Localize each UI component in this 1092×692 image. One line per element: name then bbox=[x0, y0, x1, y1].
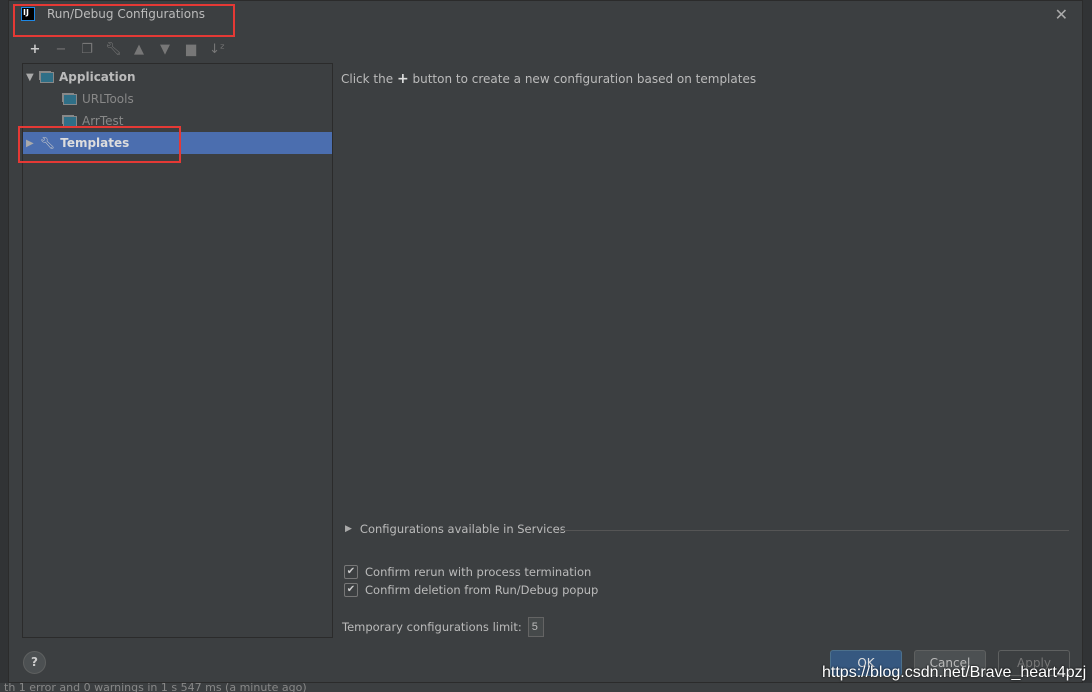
temp-limit-label: Temporary configurations limit: bbox=[342, 620, 522, 634]
application-icon bbox=[63, 115, 77, 127]
highlight-box-title bbox=[13, 4, 235, 37]
plus-icon: + bbox=[396, 71, 409, 87]
expand-arrow-icon[interactable]: ▶ bbox=[345, 524, 352, 534]
expand-arrow-icon[interactable]: ▼ bbox=[26, 72, 40, 83]
highlight-box-templates bbox=[18, 126, 181, 163]
help-button[interactable]: ? bbox=[23, 651, 46, 674]
plus-icon[interactable]: + bbox=[27, 42, 43, 57]
copy-icon[interactable]: ❐ bbox=[79, 42, 95, 57]
arrow-up-icon[interactable]: ▲ bbox=[131, 42, 147, 57]
tree-item-application[interactable]: ▼ Application bbox=[23, 66, 332, 88]
arrow-down-icon[interactable]: ▼ bbox=[157, 42, 173, 57]
run-debug-dialog: IJ Run/Debug Configurations ✕ + − ❐ 🔧︎ ▲… bbox=[8, 0, 1083, 683]
hint-text: Click the + button to create a new confi… bbox=[341, 71, 756, 87]
temp-limit-input[interactable] bbox=[527, 617, 544, 637]
services-section[interactable]: ▶ Configurations available in Services bbox=[345, 522, 566, 536]
close-icon[interactable]: ✕ bbox=[1055, 5, 1068, 24]
services-label: Configurations available in Services bbox=[359, 522, 566, 536]
checkbox-label: Confirm deletion from Run/Debug popup bbox=[365, 583, 599, 597]
sort-alpha-icon[interactable]: ↓ᶻ bbox=[209, 42, 225, 57]
new-folder-icon[interactable]: ▆ bbox=[183, 42, 199, 57]
confirm-deletion-checkbox[interactable]: ✔ Confirm deletion from Run/Debug popup bbox=[344, 583, 598, 597]
tree-item-urltools[interactable]: URLTools bbox=[23, 88, 332, 110]
hint-after: button to create a new configuration bas… bbox=[412, 72, 757, 86]
temp-limit-row: Temporary configurations limit: bbox=[342, 617, 544, 637]
config-toolbar: + − ❐ 🔧︎ ▲ ▼ ▆ ↓ᶻ bbox=[27, 42, 225, 57]
ide-background-left bbox=[0, 0, 8, 692]
divider bbox=[557, 530, 1069, 531]
ide-background-right bbox=[1083, 0, 1092, 692]
application-icon bbox=[63, 93, 77, 105]
minus-icon[interactable]: − bbox=[53, 42, 69, 57]
application-icon bbox=[40, 71, 54, 83]
checkbox-checked-icon[interactable]: ✔ bbox=[344, 583, 358, 597]
checkbox-checked-icon[interactable]: ✔ bbox=[344, 565, 358, 579]
wrench-icon[interactable]: 🔧︎ bbox=[105, 42, 122, 57]
watermark: https://blog.csdn.net/Brave_heart4pzj bbox=[822, 664, 1087, 681]
ide-status-bar: th 1 error and 0 warnings in 1 s 547 ms … bbox=[0, 683, 1092, 692]
checkbox-label: Confirm rerun with process termination bbox=[365, 565, 592, 579]
hint-before: Click the bbox=[341, 72, 394, 86]
tree-label: Application bbox=[59, 70, 136, 84]
confirm-rerun-checkbox[interactable]: ✔ Confirm rerun with process termination bbox=[344, 565, 591, 579]
tree-label: URLTools bbox=[82, 92, 134, 106]
